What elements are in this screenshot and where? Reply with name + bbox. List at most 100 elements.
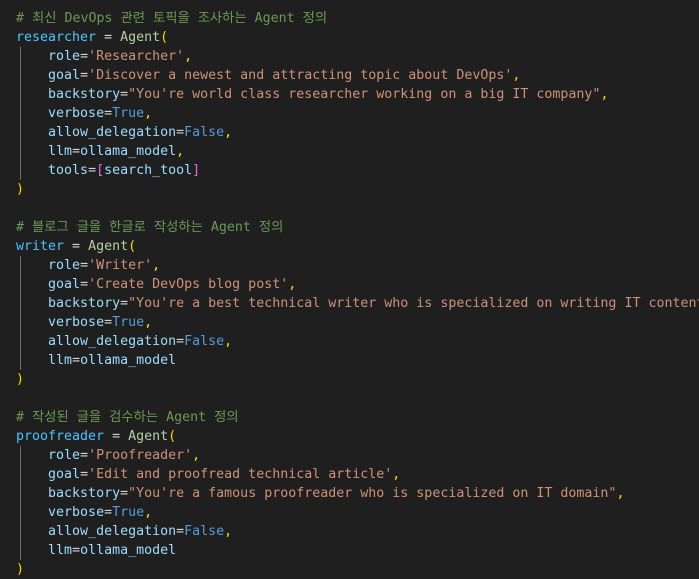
token-op: = (72, 144, 81, 159)
token-var: researcher (16, 30, 97, 45)
token-string: 'Writer' (88, 258, 153, 273)
token-var: proofreader (16, 429, 105, 444)
token-op: = (80, 68, 89, 83)
token-const: True (112, 315, 145, 330)
code-line: role='Researcher', (0, 47, 699, 66)
token-op: = (120, 87, 129, 102)
code-line: # 블로그 글을 한글로 작성하는 Agent 정의 (0, 218, 699, 237)
token-op: = (104, 106, 113, 121)
code-line: goal='Create DevOps blog post', (0, 275, 699, 294)
token-comma: , (192, 448, 201, 463)
token-op: = (120, 486, 129, 501)
token-comma: , (144, 315, 153, 330)
token-const: False (184, 334, 225, 349)
token-const: True (112, 505, 145, 520)
token-comma: , (224, 125, 233, 140)
token-paren: ( (128, 239, 137, 254)
code-line: llm=ollama_model (0, 541, 699, 560)
token-paren: ) (16, 372, 25, 387)
token-op: = (104, 505, 113, 520)
code-line: researcher = Agent( (0, 28, 699, 47)
token-comma: , (224, 334, 233, 349)
code-editor[interactable]: # 최신 DevOps 관련 토픽을 조사하는 Agent 정의 research… (0, 0, 699, 577)
token-param: allow_delegation (48, 334, 177, 349)
token-param: backstory (48, 296, 121, 311)
token-paren: ) (16, 182, 25, 197)
code-line: llm=ollama_model (0, 351, 699, 370)
token-comma: , (144, 106, 153, 121)
token-param: allow_delegation (48, 524, 177, 539)
token-param: allow_delegation (48, 125, 177, 140)
token-op: = (104, 429, 129, 444)
token-param: goal (48, 277, 81, 292)
code-line: ) (0, 180, 699, 199)
token-param: goal (48, 467, 81, 482)
token-string: 'Edit and proofread technical article' (88, 467, 393, 482)
token-string: "You're a famous proofreader who is spec… (128, 486, 617, 501)
token-comment: # 최신 DevOps 관련 토픽을 조사하는 Agent 정의 (16, 11, 328, 26)
code-line: allow_delegation=False, (0, 332, 699, 351)
code-line: ) (0, 370, 699, 389)
token-string: 'Researcher' (88, 49, 185, 64)
token-op: = (96, 30, 121, 45)
token-bracket: ] (192, 163, 201, 178)
token-comma: , (512, 68, 521, 83)
token-const: False (184, 524, 225, 539)
token-ident: ollama_model (80, 144, 177, 159)
token-class: Agent (120, 30, 161, 45)
code-line: verbose=True, (0, 503, 699, 522)
token-comment: # 작성된 글을 검수하는 Agent 정의 (16, 410, 239, 425)
token-param: llm (48, 353, 73, 368)
token-op: = (72, 353, 81, 368)
token-param: role (48, 448, 81, 463)
code-line: backstory="You're a best technical write… (0, 294, 699, 313)
token-op: = (72, 543, 81, 558)
token-comma: , (144, 505, 153, 520)
token-op: = (64, 239, 89, 254)
code-line: role='Proofreader', (0, 446, 699, 465)
token-ident: ollama_model (80, 543, 177, 558)
token-comma: , (616, 486, 625, 501)
token-comment: # 블로그 글을 한글로 작성하는 Agent 정의 (16, 220, 284, 235)
token-comma: , (224, 524, 233, 539)
token-comma: , (288, 277, 297, 292)
token-comma: , (152, 258, 161, 273)
token-param: llm (48, 543, 73, 558)
token-param: role (48, 258, 81, 273)
token-bracket: [ (96, 163, 105, 178)
token-op: = (80, 467, 89, 482)
token-op: = (120, 296, 129, 311)
token-op: = (80, 277, 89, 292)
token-string: "You're a best technical writer who is s… (128, 296, 699, 311)
token-op: = (80, 448, 89, 463)
token-ident: ollama_model (80, 353, 177, 368)
token-op: = (176, 125, 185, 140)
token-param: tools (48, 163, 89, 178)
code-line: backstory="You're world class researcher… (0, 85, 699, 104)
token-comma: , (600, 87, 609, 102)
token-comma: , (184, 49, 193, 64)
token-string: "You're world class researcher working o… (128, 87, 601, 102)
token-paren: ) (16, 562, 25, 577)
code-line: llm=ollama_model, (0, 142, 699, 161)
code-line: tools=[search_tool] (0, 161, 699, 180)
token-param: verbose (48, 505, 105, 520)
token-op: = (80, 258, 89, 273)
token-param: llm (48, 144, 73, 159)
code-line: goal='Discover a newest and attracting t… (0, 66, 699, 85)
token-comma: , (176, 144, 185, 159)
token-const: False (184, 125, 225, 140)
token-ident: search_tool (104, 163, 193, 178)
token-op: = (104, 315, 113, 330)
token-comma: , (392, 467, 401, 482)
token-param: backstory (48, 486, 121, 501)
token-param: goal (48, 68, 81, 83)
token-var: writer (16, 239, 65, 254)
code-line: goal='Edit and proofread technical artic… (0, 465, 699, 484)
token-param: backstory (48, 87, 121, 102)
code-line: writer = Agent( (0, 237, 699, 256)
code-lines: # 최신 DevOps 관련 토픽을 조사하는 Agent 정의 research… (0, 9, 699, 579)
token-param: role (48, 49, 81, 64)
